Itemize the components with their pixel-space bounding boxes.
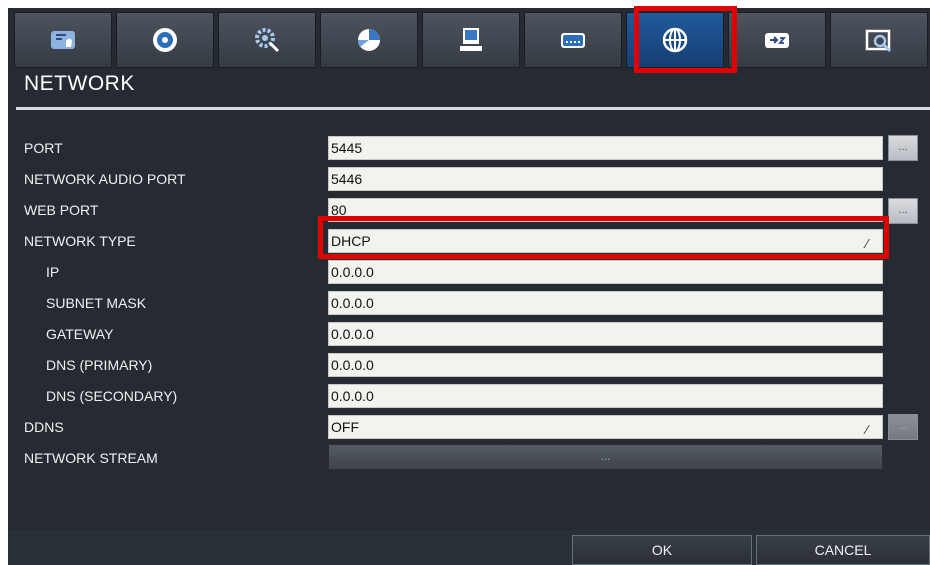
ddns-select[interactable]: OFF ∕	[328, 415, 883, 439]
device-monitor-icon	[460, 28, 482, 51]
dns-secondary-label: DNS (SECONDARY)	[46, 388, 178, 404]
network-settings-window: NETWORK PORT 5445 ... NETWORK AUDIO PORT…	[8, 6, 930, 565]
port-label: PORT	[24, 140, 63, 156]
ip-field[interactable]: 0.0.0.0	[328, 260, 883, 284]
highlight-network-type	[318, 216, 889, 259]
dropdown-edit-icon: ∕	[866, 422, 869, 437]
ddns-label: DDNS	[24, 419, 64, 435]
display-number-icon	[765, 33, 789, 48]
menu-tab-bar	[14, 6, 930, 73]
search-camera-icon	[865, 29, 892, 53]
web-port-more-button[interactable]: ...	[888, 198, 918, 224]
dns-primary-field[interactable]: 0.0.0.0	[328, 353, 883, 377]
title-divider	[16, 107, 930, 110]
subnet-mask-field[interactable]: 0.0.0.0	[328, 291, 883, 315]
dns-secondary-field[interactable]: 0.0.0.0	[328, 384, 883, 408]
subnet-mask-label: SUBNET MASK	[46, 295, 147, 311]
gateway-label: GATEWAY	[46, 326, 114, 342]
audio-port-label: NETWORK AUDIO PORT	[24, 171, 186, 187]
dns-primary-label: DNS (PRIMARY)	[46, 357, 153, 373]
ddns-more-button[interactable]: ...	[888, 414, 918, 440]
gateway-field[interactable]: 0.0.0.0	[328, 322, 883, 346]
cancel-button[interactable]: CANCEL	[756, 535, 930, 565]
camera-setup-icon	[51, 31, 75, 49]
web-port-label: WEB PORT	[24, 202, 99, 218]
tab-display[interactable]	[728, 12, 826, 68]
tab-schedule[interactable]	[320, 12, 418, 68]
tab-device[interactable]	[422, 12, 520, 68]
port-field[interactable]: 5445	[328, 136, 883, 160]
schedule-pie-icon	[357, 29, 380, 51]
ok-button[interactable]: OK	[572, 535, 752, 565]
port-more-button[interactable]: ...	[888, 135, 918, 161]
tab-system-settings[interactable]	[218, 12, 316, 68]
record-icon	[153, 28, 177, 52]
keyboard-icon	[561, 33, 585, 48]
audio-port-field[interactable]: 5446	[328, 167, 883, 191]
ip-label: IP	[46, 264, 60, 280]
page-title: NETWORK	[24, 72, 135, 95]
tab-record[interactable]	[116, 12, 214, 68]
tab-keyboard[interactable]	[524, 12, 622, 68]
network-stream-label: NETWORK STREAM	[24, 450, 158, 466]
network-type-label: NETWORK TYPE	[24, 233, 136, 249]
tab-search[interactable]	[830, 12, 928, 68]
tab-camera-setup[interactable]	[14, 12, 112, 68]
highlight-network-tab	[634, 6, 737, 73]
network-stream-button[interactable]: ...	[328, 444, 883, 470]
settings-gear-icon	[255, 28, 280, 53]
ddns-value: OFF	[331, 419, 359, 435]
